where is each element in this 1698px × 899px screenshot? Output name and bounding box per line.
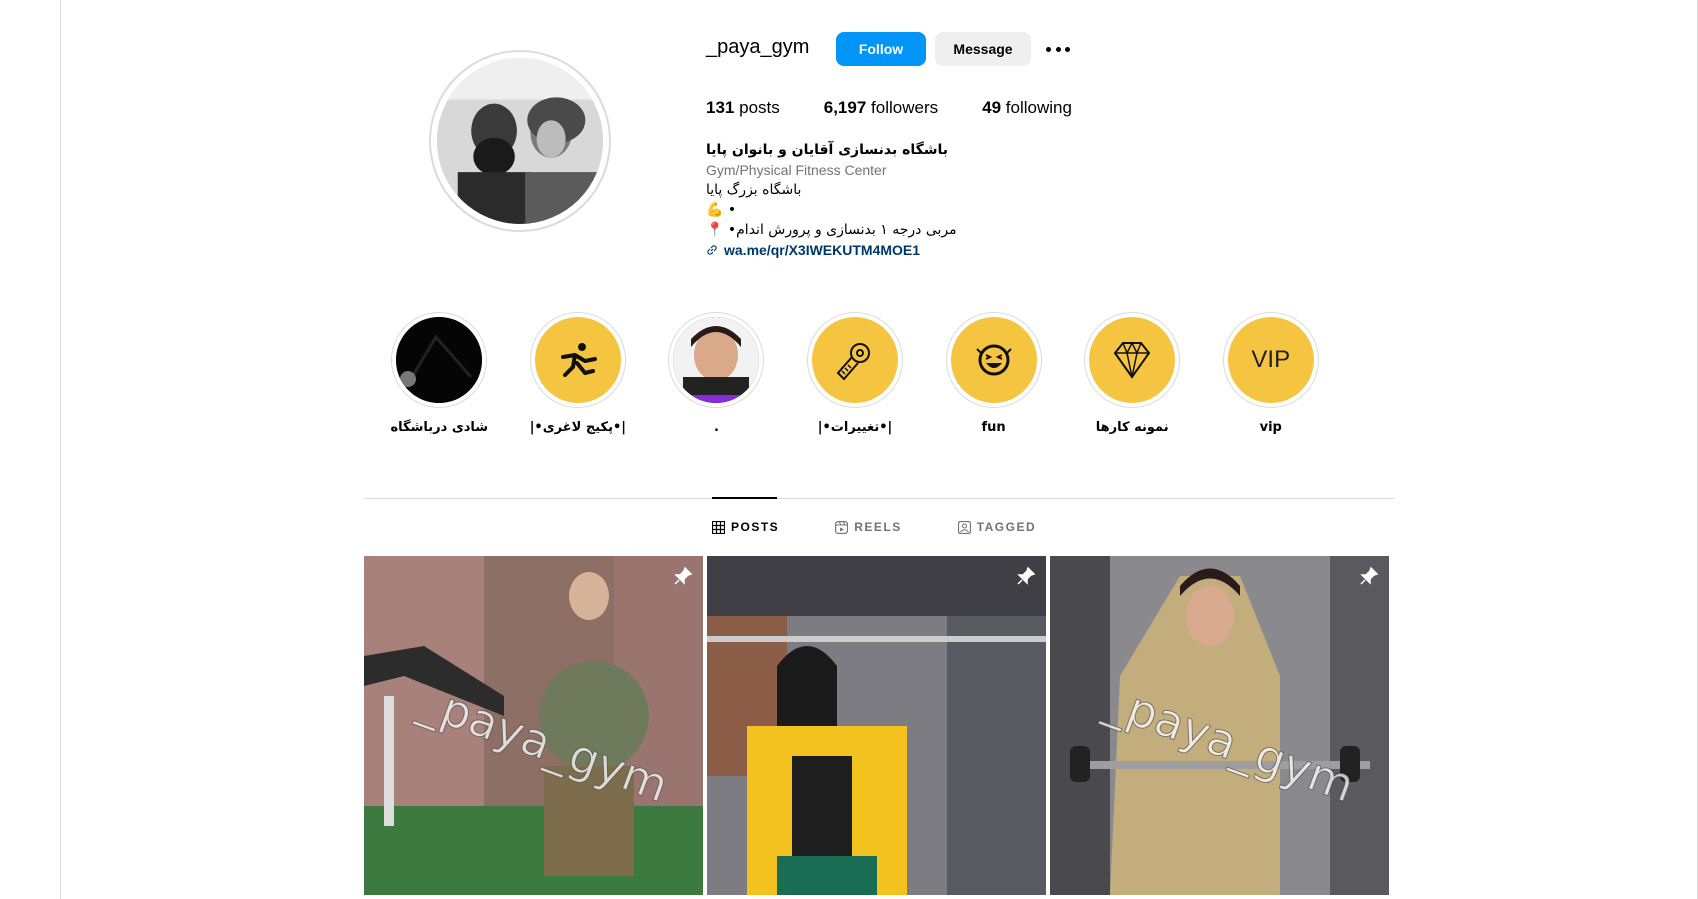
reels-icon <box>835 520 849 534</box>
bio-line: 💪 • <box>706 202 737 218</box>
following-stat[interactable]: 49 following <box>982 98 1072 118</box>
profile-stats: 131 posts 6,197 followers 49 following <box>706 98 1116 118</box>
grid-icon <box>712 520 725 534</box>
highlight-item[interactable]: . <box>647 312 786 435</box>
page-left-border <box>60 0 61 899</box>
highlight-label: |•پکیج لاغری•| <box>529 420 627 435</box>
tabs-divider <box>364 498 1394 499</box>
highlight-item[interactable]: |•پکیج لاغری•| <box>509 312 648 435</box>
link-icon <box>707 245 717 255</box>
tab-reels-label: REELS <box>854 520 902 534</box>
highlight-item[interactable]: شادی درباشگاه <box>370 312 509 435</box>
active-tab-indicator <box>712 497 777 499</box>
post-thumbnail[interactable]: _paya_gym <box>364 556 703 895</box>
bio-line: 📍 •مربی درجه ۱ بدنسازی و پرورش اندام <box>706 222 957 238</box>
diamond-icon <box>1089 317 1176 403</box>
profile-tabs: POSTS REELS TAGGED <box>712 520 1036 534</box>
followers-label: followers <box>871 98 939 117</box>
highlight-label: شادی درباشگاه <box>390 420 489 435</box>
profile-bio: باشگاه بدنسازی آقایان و بانوان پایا Gym/… <box>706 140 1046 260</box>
highlight-label: vip <box>1259 420 1282 435</box>
post-thumbnail[interactable]: _paya_gym <box>1050 556 1389 895</box>
profile-username: _paya_gym <box>706 36 810 58</box>
highlight-item[interactable]: fun <box>924 312 1063 435</box>
following-label: following <box>1005 98 1072 117</box>
bio-link[interactable]: wa.me/qr/X3IWEKUTM4MOE1 <box>706 240 1046 260</box>
highlight-cover <box>673 317 760 403</box>
highlight-label: . <box>713 420 719 435</box>
post-thumbnail[interactable] <box>707 556 1046 895</box>
highlight-label: |•تغییرات•| <box>817 420 893 435</box>
highlight-item[interactable]: VIP vip <box>1201 312 1340 435</box>
tab-tagged[interactable]: TAGGED <box>957 520 1037 534</box>
posts-stat: 131 posts <box>706 98 780 118</box>
vip-text-icon: VIP <box>1227 317 1314 403</box>
vip-icon-text: VIP <box>1251 346 1291 373</box>
message-button[interactable]: Message <box>935 32 1031 66</box>
bio-link-text: wa.me/qr/X3IWEKUTM4MOE1 <box>724 242 921 258</box>
runner-icon <box>534 317 621 403</box>
follow-button[interactable]: Follow <box>836 32 926 66</box>
tab-tagged-label: TAGGED <box>976 520 1037 534</box>
bio-category[interactable]: Gym/Physical Fitness Center <box>706 160 1046 180</box>
tagged-icon <box>957 520 971 534</box>
highlight-cover <box>396 317 483 403</box>
bio-line: باشگاه بزرگ پایا <box>706 182 802 198</box>
bio-name: باشگاه بدنسازی آقایان و بانوان پایا <box>706 142 949 158</box>
measuring-tape-icon <box>812 317 899 403</box>
posts-count: 131 <box>706 98 735 117</box>
highlight-label: نمونه کارها <box>1095 420 1169 435</box>
tab-posts[interactable]: POSTS <box>712 520 779 534</box>
highlight-item[interactable]: |•تغییرات•| <box>786 312 925 435</box>
laughing-face-icon <box>950 317 1037 403</box>
followers-count: 6,197 <box>823 98 867 117</box>
avatar-photo <box>437 58 603 224</box>
more-options-icon[interactable] <box>1044 40 1072 58</box>
posts-label: posts <box>739 98 780 117</box>
following-count: 49 <box>982 98 1002 117</box>
highlight-item[interactable]: نمونه کارها <box>1063 312 1202 435</box>
posts-grid: _paya_gym _paya_gym <box>364 556 1389 895</box>
followers-stat[interactable]: 6,197 followers <box>824 98 938 118</box>
tab-posts-label: POSTS <box>731 520 780 534</box>
pin-icon <box>1017 566 1036 585</box>
highlight-label: fun <box>981 420 1006 435</box>
post-image <box>707 556 1046 895</box>
pin-icon <box>674 566 693 585</box>
story-highlights: شادی درباشگاه |•پکیج لاغری•| . |•تغییرات… <box>370 312 1340 435</box>
pin-icon <box>1360 566 1379 585</box>
tab-reels[interactable]: REELS <box>835 520 902 534</box>
profile-avatar[interactable] <box>429 50 611 232</box>
